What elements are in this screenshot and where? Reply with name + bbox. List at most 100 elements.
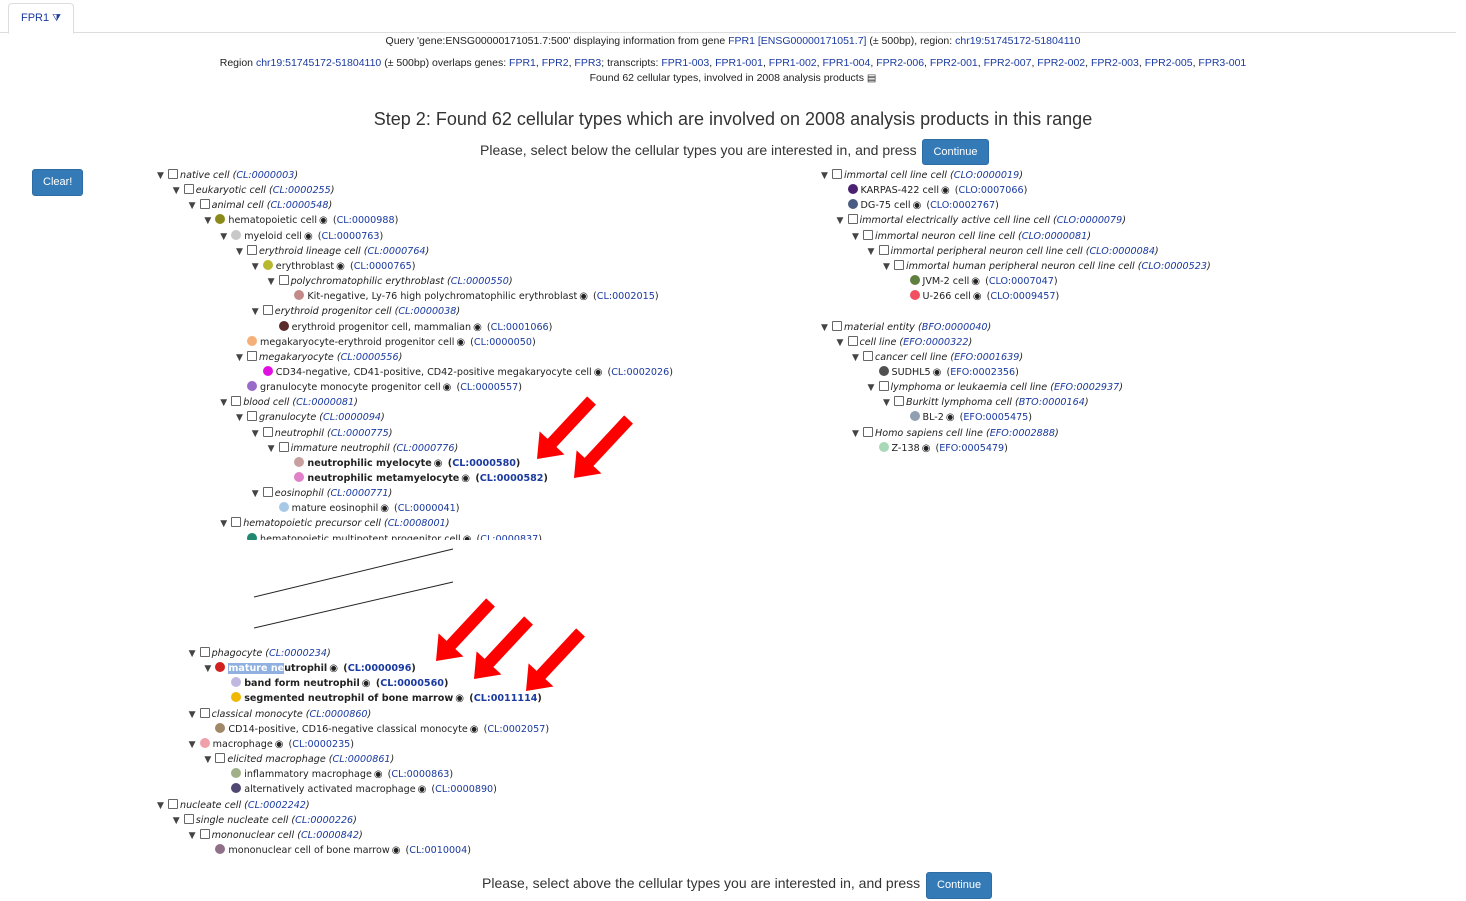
node-checkbox[interactable] bbox=[878, 244, 889, 255]
eye-icon[interactable]: ◉ bbox=[973, 291, 982, 302]
gene-link[interactable]: FPR1 bbox=[509, 57, 536, 69]
expand-toggle-icon[interactable]: ▼ bbox=[252, 427, 263, 441]
expand-toggle-icon[interactable]: ▼ bbox=[236, 245, 247, 259]
eye-icon[interactable]: ◉ bbox=[579, 291, 588, 302]
ontology-id-link[interactable]: BTO:0000164 bbox=[1019, 397, 1085, 408]
ontology-id-link[interactable]: CL:0000837 bbox=[480, 534, 538, 540]
ontology-id-link[interactable]: EFO:0005475 bbox=[963, 412, 1028, 423]
eye-icon[interactable]: ◉ bbox=[922, 443, 931, 454]
expand-toggle-icon[interactable]: ▼ bbox=[204, 214, 215, 228]
color-dot[interactable] bbox=[294, 290, 305, 301]
gene-link[interactable]: FPR3 bbox=[574, 57, 601, 69]
region-link[interactable]: chr19:51745172-51804110 bbox=[955, 35, 1080, 47]
expand-toggle-icon[interactable]: ▼ bbox=[852, 427, 863, 441]
transcript-link[interactable]: FPR2-003 bbox=[1091, 57, 1139, 69]
ontology-id-link[interactable]: CLO:0000079 bbox=[1057, 215, 1122, 226]
expand-toggle-icon[interactable]: ▼ bbox=[157, 799, 168, 813]
ontology-id-link[interactable]: CL:0000556 bbox=[341, 352, 399, 363]
tab-fpr1[interactable]: FPR1 ⧩ bbox=[8, 3, 74, 34]
node-checkbox[interactable] bbox=[863, 229, 873, 240]
expand-toggle-icon[interactable]: ▼ bbox=[173, 184, 184, 198]
eye-icon[interactable]: ◉ bbox=[392, 845, 401, 856]
ontology-id-link[interactable]: CL:0000764 bbox=[368, 246, 426, 257]
eye-icon[interactable]: ◉ bbox=[463, 534, 472, 540]
expand-toggle-icon[interactable]: ▼ bbox=[189, 199, 200, 213]
gene-link[interactable]: FPR1 [ENSG00000171051.7] bbox=[728, 35, 866, 47]
expand-toggle-icon[interactable]: ▼ bbox=[220, 517, 231, 531]
node-checkbox[interactable] bbox=[847, 335, 858, 346]
node-checkbox[interactable] bbox=[247, 411, 257, 422]
node-checkbox[interactable] bbox=[878, 381, 889, 392]
ontology-id-link[interactable]: CL:0002026 bbox=[611, 367, 669, 378]
ontology-id-link[interactable]: BFO:0000040 bbox=[922, 322, 988, 333]
color-dot[interactable] bbox=[262, 259, 273, 270]
transcript-link[interactable]: FPR1-003 bbox=[661, 57, 709, 69]
color-dot[interactable] bbox=[909, 275, 920, 286]
node-checkbox[interactable] bbox=[262, 305, 273, 316]
eye-icon[interactable]: ◉ bbox=[374, 769, 383, 780]
transcript-link[interactable]: FPR1-001 bbox=[715, 57, 763, 69]
color-dot[interactable] bbox=[278, 320, 289, 331]
eye-icon[interactable]: ◉ bbox=[913, 200, 922, 211]
eye-icon[interactable]: ◉ bbox=[336, 261, 345, 272]
transcript-link[interactable]: FPR2-001 bbox=[930, 57, 978, 69]
transcript-link[interactable]: FPR2-006 bbox=[876, 57, 924, 69]
eye-icon[interactable]: ◉ bbox=[434, 458, 443, 469]
color-dot[interactable] bbox=[231, 692, 242, 703]
ontology-id-link[interactable]: CL:0000763 bbox=[322, 231, 380, 242]
ontology-id-link[interactable]: CL:0008001 bbox=[388, 518, 446, 529]
ontology-id-link[interactable]: CLO:0000019 bbox=[954, 170, 1019, 181]
color-dot[interactable] bbox=[262, 365, 273, 376]
ontology-id-link[interactable]: CLO:0002767 bbox=[930, 200, 995, 211]
node-checkbox[interactable] bbox=[199, 707, 210, 718]
ontology-id-link[interactable]: CL:0000096 bbox=[348, 663, 412, 674]
ontology-id-link[interactable]: CL:0000548 bbox=[270, 200, 328, 211]
eye-icon[interactable]: ◉ bbox=[933, 367, 942, 378]
expand-toggle-icon[interactable]: ▼ bbox=[204, 662, 215, 676]
expand-toggle-icon[interactable]: ▼ bbox=[252, 487, 263, 501]
ontology-id-link[interactable]: CL:0000226 bbox=[295, 815, 353, 826]
ontology-id-link[interactable]: CL:0000050 bbox=[474, 337, 532, 348]
expand-toggle-icon[interactable]: ▼ bbox=[157, 169, 168, 183]
transcript-link[interactable]: FPR2-002 bbox=[1037, 57, 1085, 69]
node-checkbox[interactable] bbox=[894, 259, 904, 270]
ontology-id-link[interactable]: CLO:0007066 bbox=[959, 185, 1024, 196]
eye-icon[interactable]: ◉ bbox=[319, 215, 328, 226]
expand-toggle-icon[interactable]: ▼ bbox=[852, 351, 863, 365]
ontology-id-link[interactable]: CL:0000863 bbox=[391, 769, 449, 780]
color-dot[interactable] bbox=[847, 184, 858, 195]
expand-toggle-icon[interactable]: ▼ bbox=[189, 708, 200, 722]
node-checkbox[interactable] bbox=[863, 350, 873, 361]
ontology-id-link[interactable]: CL:0000003 bbox=[236, 170, 294, 181]
color-dot[interactable] bbox=[199, 737, 210, 748]
ontology-id-link[interactable]: CLO:0007047 bbox=[989, 276, 1054, 287]
eye-icon[interactable]: ◉ bbox=[473, 322, 482, 333]
color-dot[interactable] bbox=[294, 456, 305, 467]
color-dot[interactable] bbox=[847, 199, 858, 210]
node-checkbox[interactable] bbox=[262, 426, 273, 437]
ontology-id-link[interactable]: CLO:0000523 bbox=[1142, 261, 1207, 272]
expand-toggle-icon[interactable]: ▼ bbox=[821, 169, 832, 183]
eye-icon[interactable]: ◉ bbox=[946, 412, 955, 423]
node-checkbox[interactable] bbox=[199, 199, 210, 210]
eye-icon[interactable]: ◉ bbox=[329, 663, 338, 674]
ontology-id-link[interactable]: CL:0000234 bbox=[269, 648, 327, 659]
ontology-id-link[interactable]: CL:0000235 bbox=[292, 739, 350, 750]
node-checkbox[interactable] bbox=[278, 441, 289, 452]
node-checkbox[interactable] bbox=[183, 813, 194, 824]
expand-toggle-icon[interactable]: ▼ bbox=[236, 411, 247, 425]
region-link-2[interactable]: chr19:51745172-51804110 bbox=[256, 57, 381, 69]
color-dot[interactable] bbox=[215, 843, 226, 854]
node-checkbox[interactable] bbox=[231, 517, 242, 528]
eye-icon[interactable]: ◉ bbox=[456, 337, 465, 348]
node-checkbox[interactable] bbox=[168, 798, 178, 809]
color-dot[interactable] bbox=[278, 502, 289, 513]
ontology-id-link[interactable]: CL:0000094 bbox=[323, 412, 381, 423]
eye-icon[interactable]: ◉ bbox=[594, 367, 603, 378]
ontology-id-link[interactable]: CL:0000860 bbox=[310, 709, 368, 720]
ontology-id-link[interactable]: CL:0000081 bbox=[296, 397, 354, 408]
gene-link[interactable]: FPR2 bbox=[542, 57, 569, 69]
ontology-id-link[interactable]: CL:0000861 bbox=[333, 754, 391, 765]
eye-icon[interactable]: ◉ bbox=[455, 693, 464, 704]
eye-icon[interactable]: ◉ bbox=[380, 503, 389, 514]
